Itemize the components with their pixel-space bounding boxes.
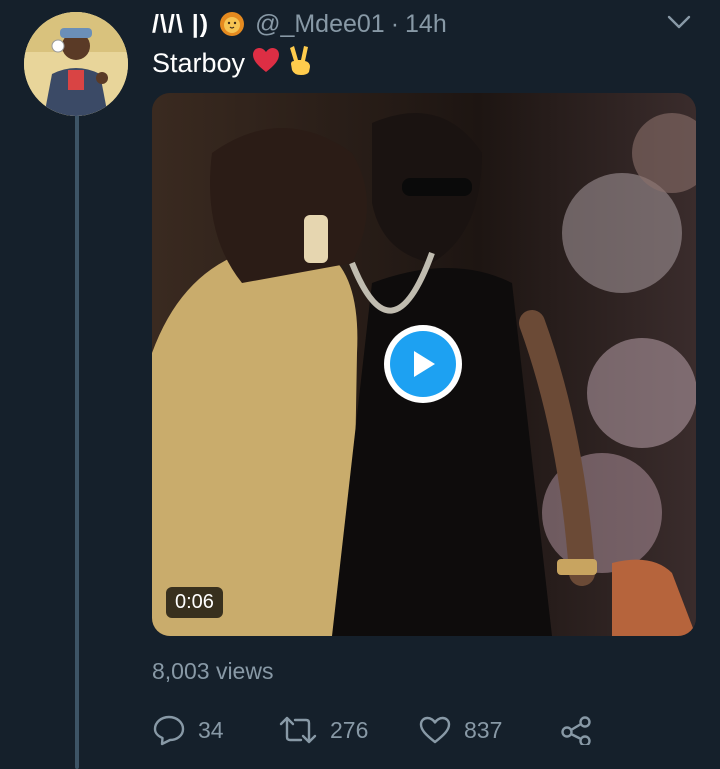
video-duration: 0:06 [166,587,223,618]
play-icon [390,331,456,397]
share-icon [561,716,591,745]
retweet-button[interactable]: 276 [278,715,418,745]
retweet-count: 276 [330,716,369,743]
tweet-actions: 34 276 837 [152,710,592,750]
like-count: 837 [464,716,503,743]
reply-button[interactable]: 34 [152,714,278,746]
reply-count: 34 [198,716,224,743]
view-count: 8,003 views [152,658,274,684]
reply-icon [153,715,185,746]
share-button[interactable] [560,715,592,745]
video-player[interactable]: 0:06 [152,93,696,636]
separator-dot: · [390,9,400,38]
thread-line [75,112,79,769]
heart-icon [419,716,451,744]
tweet-header: /\/\ |) @_Mdee01 · 14h [152,6,447,42]
like-button[interactable]: 837 [418,715,560,745]
lion-face-emoji [219,11,245,37]
play-button[interactable] [384,325,462,403]
red-heart-icon [251,46,281,81]
retweet-icon [279,716,317,744]
avatar[interactable] [24,12,128,116]
tweet-text: Starboy [152,44,313,83]
tweet-text-content: Starboy [152,48,246,78]
user-handle[interactable]: @_Mdee01 [255,10,385,39]
tweet-timestamp[interactable]: 14h [405,10,447,39]
chevron-down-icon[interactable] [664,10,694,34]
victory-hand-icon [287,44,313,83]
display-name[interactable]: /\/\ |) [152,10,209,39]
